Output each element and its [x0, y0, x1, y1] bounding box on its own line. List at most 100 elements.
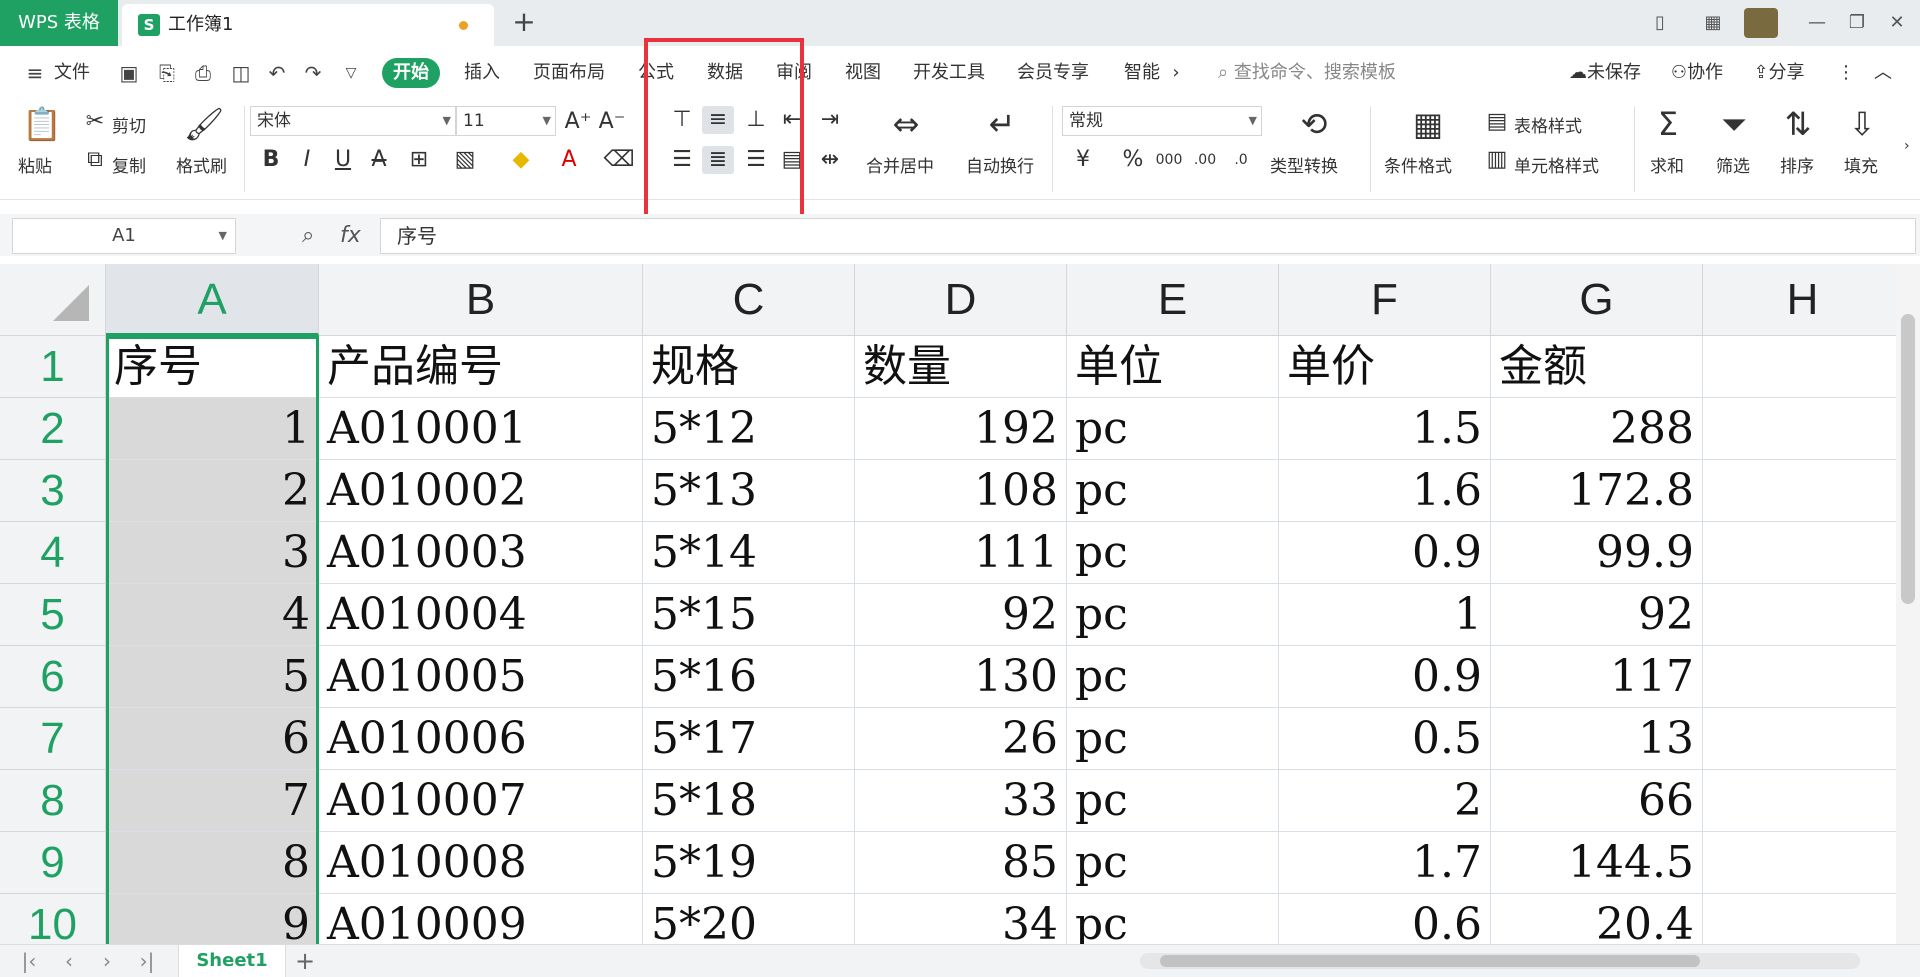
- tab-insert[interactable]: 插入: [460, 58, 504, 88]
- more-tabs-chevron-icon[interactable]: ›: [1166, 58, 1186, 88]
- tab-view[interactable]: 视图: [841, 58, 885, 88]
- cell-c10[interactable]: 5*20: [643, 894, 855, 944]
- save-icon[interactable]: ▣: [116, 60, 142, 86]
- copy-icon[interactable]: ⧉: [82, 146, 108, 174]
- cell-g4[interactable]: 99.9: [1491, 522, 1703, 584]
- cell-style-icon[interactable]: ▥: [1484, 146, 1510, 174]
- new-tab-button[interactable]: +: [508, 6, 540, 38]
- cell-c5[interactable]: 5*15: [643, 584, 855, 646]
- vertical-scrollbar[interactable]: [1896, 264, 1920, 944]
- decrease-decimal-icon[interactable]: .0: [1226, 146, 1256, 174]
- cell-g1[interactable]: 金额: [1491, 336, 1703, 398]
- avatar[interactable]: [1744, 8, 1778, 38]
- thousands-icon[interactable]: 000: [1154, 146, 1184, 174]
- column-header-f[interactable]: F: [1279, 264, 1491, 336]
- cell-d1[interactable]: 数量: [855, 336, 1067, 398]
- cell-e8[interactable]: pc: [1067, 770, 1279, 832]
- cell-c6[interactable]: 5*16: [643, 646, 855, 708]
- conditional-format-button[interactable]: 条件格式: [1384, 152, 1452, 177]
- cell-e10[interactable]: pc: [1067, 894, 1279, 944]
- row-header-1[interactable]: 1: [0, 336, 106, 398]
- row-header-3[interactable]: 3: [0, 460, 106, 522]
- file-menu[interactable]: 文件: [50, 58, 94, 88]
- table-style-button[interactable]: 表格样式: [1514, 112, 1582, 137]
- format-painter-icon[interactable]: 🖌: [182, 104, 226, 144]
- row-header-4[interactable]: 4: [0, 522, 106, 584]
- cell-f4[interactable]: 0.9: [1279, 522, 1491, 584]
- cell-b7[interactable]: A010006: [319, 708, 643, 770]
- cell-d9[interactable]: 85: [855, 832, 1067, 894]
- paste-icon[interactable]: 📋: [20, 104, 64, 144]
- redo-icon[interactable]: ↷: [300, 60, 326, 86]
- restore-icon[interactable]: ❐: [1840, 8, 1874, 38]
- cell-b6[interactable]: A010005: [319, 646, 643, 708]
- more-options-icon[interactable]: ⋮: [1836, 58, 1856, 88]
- cell-a7[interactable]: 6: [106, 708, 319, 770]
- cell-b4[interactable]: A010003: [319, 522, 643, 584]
- add-sheet-button[interactable]: +: [290, 945, 320, 977]
- column-header-h[interactable]: H: [1703, 264, 1896, 336]
- cell-f1[interactable]: 单价: [1279, 336, 1491, 398]
- sort-icon[interactable]: ⇅: [1776, 104, 1820, 144]
- strikethrough-icon[interactable]: A: [366, 146, 392, 174]
- cell-g5[interactable]: 92: [1491, 584, 1703, 646]
- cell-h4[interactable]: [1703, 522, 1896, 584]
- sheet-tab-sheet1[interactable]: Sheet1: [178, 945, 286, 977]
- cell-b8[interactable]: A010007: [319, 770, 643, 832]
- cell-c4[interactable]: 5*14: [643, 522, 855, 584]
- first-sheet-icon[interactable]: |‹: [14, 947, 44, 975]
- cell-c2[interactable]: 5*12: [643, 398, 855, 460]
- cell-a9[interactable]: 8: [106, 832, 319, 894]
- filter-icon[interactable]: ⏷: [1712, 104, 1756, 144]
- cell-g6[interactable]: 117: [1491, 646, 1703, 708]
- cell-a1[interactable]: 序号: [106, 336, 319, 398]
- cell-d4[interactable]: 111: [855, 522, 1067, 584]
- reading-mode-icon[interactable]: ▯: [1640, 8, 1680, 38]
- cell-h3[interactable]: [1703, 460, 1896, 522]
- row-header-8[interactable]: 8: [0, 770, 106, 832]
- cell-style-button[interactable]: 单元格样式: [1514, 152, 1599, 177]
- tab-page-layout[interactable]: 页面布局: [530, 58, 608, 88]
- tab-developer[interactable]: 开发工具: [910, 58, 988, 88]
- cell-g2[interactable]: 288: [1491, 398, 1703, 460]
- formula-input[interactable]: 序号: [380, 218, 1916, 254]
- cell-h5[interactable]: [1703, 584, 1896, 646]
- merge-center-button[interactable]: 合并居中: [866, 152, 934, 177]
- app-grid-icon[interactable]: ▦: [1696, 8, 1730, 38]
- cell-b1[interactable]: 产品编号: [319, 336, 643, 398]
- font-size-select[interactable]: 11 ▼: [456, 106, 556, 136]
- name-box[interactable]: A1 ▼: [12, 218, 236, 254]
- cell-h6[interactable]: [1703, 646, 1896, 708]
- cell-e3[interactable]: pc: [1067, 460, 1279, 522]
- cell-f2[interactable]: 1.5: [1279, 398, 1491, 460]
- row-header-7[interactable]: 7: [0, 708, 106, 770]
- decrease-font-icon[interactable]: A⁻: [598, 108, 626, 136]
- cell-d10[interactable]: 34: [855, 894, 1067, 944]
- sort-button[interactable]: 排序: [1780, 152, 1814, 177]
- conditional-format-icon[interactable]: ▦: [1406, 104, 1450, 144]
- close-icon[interactable]: ✕: [1880, 8, 1914, 38]
- row-header-9[interactable]: 9: [0, 832, 106, 894]
- document-tab[interactable]: S 工作簿1: [122, 4, 494, 46]
- cell-a8[interactable]: 7: [106, 770, 319, 832]
- cell-e2[interactable]: pc: [1067, 398, 1279, 460]
- cell-e9[interactable]: pc: [1067, 832, 1279, 894]
- prev-sheet-icon[interactable]: ‹: [54, 947, 84, 975]
- cut-button[interactable]: 剪切: [112, 112, 146, 137]
- export-icon[interactable]: ⎘: [154, 60, 180, 86]
- fill-icon[interactable]: ⇩: [1840, 104, 1884, 144]
- cell-a2[interactable]: 1: [106, 398, 319, 460]
- undo-icon[interactable]: ↶: [264, 60, 290, 86]
- cell-e4[interactable]: pc: [1067, 522, 1279, 584]
- cell-a10[interactable]: 9: [106, 894, 319, 944]
- collapse-ribbon-icon[interactable]: ︿: [1868, 58, 1898, 88]
- type-convert-icon[interactable]: ⟲: [1292, 104, 1336, 144]
- cell-c3[interactable]: 5*13: [643, 460, 855, 522]
- font-color-icon[interactable]: A: [552, 146, 586, 174]
- cell-f3[interactable]: 1.6: [1279, 460, 1491, 522]
- fill-color-icon[interactable]: ◆: [504, 146, 538, 174]
- wrap-text-button[interactable]: 自动换行: [966, 152, 1034, 177]
- clear-format-icon[interactable]: ⌫: [602, 146, 636, 174]
- cell-d2[interactable]: 192: [855, 398, 1067, 460]
- column-header-g[interactable]: G: [1491, 264, 1703, 336]
